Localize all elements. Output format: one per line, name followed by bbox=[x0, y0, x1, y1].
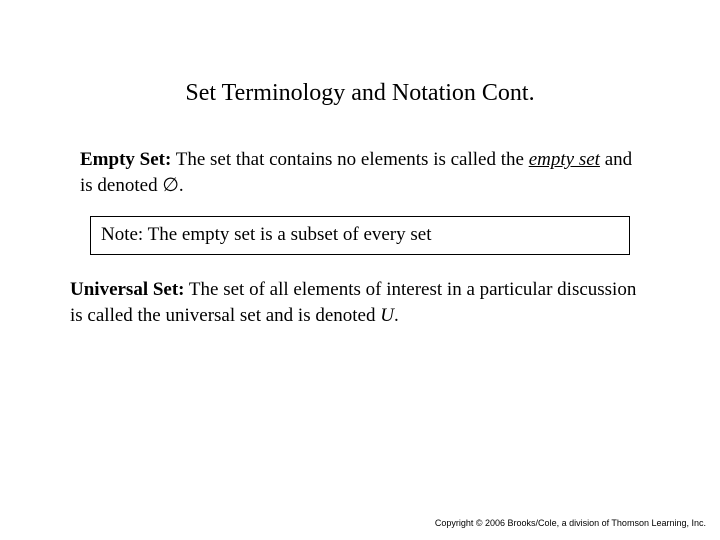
universal-set-definition: Universal Set: The set of all elements o… bbox=[70, 277, 650, 328]
empty-set-label: Empty Set: bbox=[80, 149, 171, 170]
slide-title: Set Terminology and Notation Cont. bbox=[70, 80, 650, 107]
universal-set-symbol: U bbox=[380, 305, 394, 326]
empty-set-text1: The set that contains no elements is cal… bbox=[171, 149, 528, 170]
empty-set-definition: Empty Set: The set that contains no elem… bbox=[80, 147, 640, 198]
slide-content: Set Terminology and Notation Cont. Empty… bbox=[0, 0, 720, 328]
empty-set-term: empty set bbox=[529, 149, 600, 170]
note-prefix: Note: bbox=[101, 224, 148, 245]
universal-set-label: Universal Set: bbox=[70, 279, 185, 300]
empty-set-symbol: ∅ bbox=[162, 175, 179, 196]
universal-set-text2: . bbox=[394, 305, 399, 326]
empty-set-text3: . bbox=[179, 175, 184, 196]
note-text: The empty set is a subset of every set bbox=[148, 224, 432, 245]
note-box: Note: The empty set is a subset of every… bbox=[90, 216, 630, 255]
copyright-text: Copyright © 2006 Brooks/Cole, a division… bbox=[435, 518, 706, 528]
